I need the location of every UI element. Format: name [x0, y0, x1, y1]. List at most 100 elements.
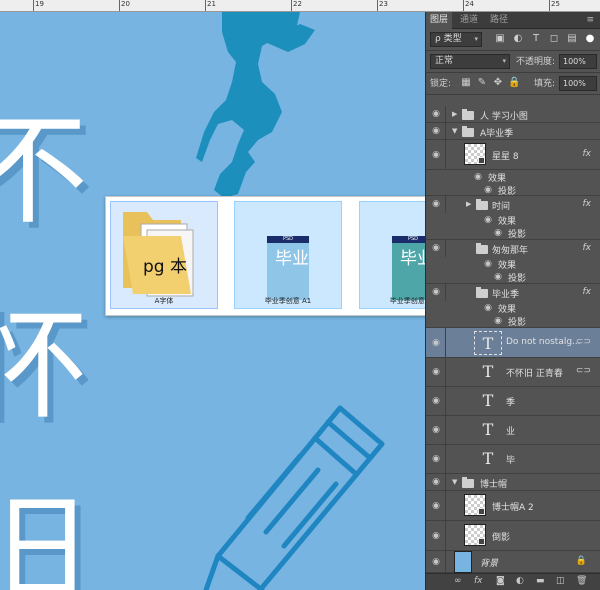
- lock-all-icon[interactable]: 🔒: [508, 77, 520, 89]
- layer-row[interactable]: ◉ 星星 8 fx: [426, 140, 600, 170]
- eye-icon[interactable]: ◉: [430, 242, 442, 254]
- effect-item-row[interactable]: ◉ 投影: [426, 183, 600, 197]
- folder-icon: [123, 212, 194, 297]
- eye-icon[interactable]: ◉: [482, 214, 494, 226]
- fill-input[interactable]: 100%: [559, 76, 597, 91]
- fx-icon[interactable]: fx: [583, 199, 592, 209]
- eye-icon[interactable]: ◉: [430, 198, 442, 210]
- effect-item-row[interactable]: ◉ 投影: [426, 226, 600, 240]
- eye-icon[interactable]: ◉: [430, 125, 442, 137]
- expand-triangle-icon[interactable]: ▼: [452, 478, 457, 486]
- expand-triangle-icon[interactable]: ▼: [452, 127, 457, 135]
- layer-row[interactable]: ◉ 匆匆那年 fx: [426, 240, 600, 257]
- visibility-column: ◉: [426, 521, 446, 550]
- smart-object-badge: [478, 538, 485, 545]
- layer-name: 毕: [506, 456, 516, 466]
- blend-mode-value: 正常: [435, 56, 454, 66]
- eye-icon[interactable]: ◉: [492, 315, 504, 327]
- effect-item-row[interactable]: ◉ 投影: [426, 314, 600, 328]
- link-icon[interactable]: ⊂⊃: [576, 366, 591, 376]
- new-layer-icon[interactable]: ◫: [556, 576, 565, 586]
- panel-menu-icon[interactable]: ≡: [586, 15, 594, 25]
- effects-row[interactable]: ◉ 效果: [426, 170, 600, 184]
- layer-row[interactable]: ◉ 毕业季 fx: [426, 284, 600, 301]
- layer-row[interactable]: ◉ ▼ 博士帽: [426, 474, 600, 491]
- shape-filter-icon[interactable]: ◻: [548, 33, 560, 45]
- layer-row[interactable]: ◉ 背景 🔒: [426, 551, 600, 573]
- link-icon[interactable]: ⊂⊃: [576, 337, 591, 347]
- eye-icon[interactable]: ◉: [430, 476, 442, 488]
- adjustment-filter-icon[interactable]: ◐: [512, 33, 524, 45]
- layer-row[interactable]: ◉ 倒影: [426, 521, 600, 551]
- effects-row[interactable]: ◉ 效果: [426, 301, 600, 315]
- new-group-icon[interactable]: ▬: [536, 576, 545, 586]
- smart-object-filter-icon[interactable]: ▤: [566, 33, 578, 45]
- eye-icon[interactable]: ◉: [430, 149, 442, 161]
- layer-name: 时间: [492, 202, 511, 212]
- effect-item-row[interactable]: ◉ 投影: [426, 270, 600, 284]
- effects-row[interactable]: ◉ 效果: [426, 257, 600, 271]
- panel-footer: ∞ fx ◙ ◐ ▬ ◫ 🗑: [426, 573, 600, 590]
- adjustment-icon[interactable]: ◐: [516, 576, 524, 586]
- eye-icon[interactable]: ◉: [430, 337, 442, 349]
- collapse-triangle-icon[interactable]: ▶: [452, 110, 457, 118]
- popup-item-label: 毕业季创意 A1: [264, 297, 312, 305]
- eye-icon[interactable]: ◉: [482, 302, 494, 314]
- eye-icon[interactable]: ◉: [430, 500, 442, 512]
- eye-icon[interactable]: ◉: [430, 453, 442, 465]
- eye-icon[interactable]: ◉: [482, 258, 494, 270]
- layer-row[interactable]: ◉ ▼ A毕业季: [426, 123, 600, 140]
- folder-overlay-text: pg 本: [143, 257, 187, 277]
- delete-icon[interactable]: 🗑: [576, 576, 587, 586]
- tab-channels[interactable]: 通道: [456, 12, 482, 29]
- ruler-tick: [549, 0, 550, 11]
- layer-thumbnail: [464, 524, 486, 546]
- layer-row-selected[interactable]: ◉ T Do not nostalg... ⊂⊃: [426, 328, 600, 358]
- popup-item-poster-a1[interactable]: PSD 毕业 毕业季创意 A1: [234, 201, 342, 309]
- layer-row[interactable]: ◉ T 毕: [426, 445, 600, 474]
- collapse-triangle-icon[interactable]: ▶: [466, 200, 471, 208]
- visibility-column: ◉: [426, 358, 446, 386]
- fx-icon[interactable]: fx: [583, 149, 592, 159]
- mask-icon[interactable]: ◙: [496, 576, 505, 586]
- fx-icon[interactable]: fx: [583, 243, 592, 253]
- blend-mode-select[interactable]: 正常 ▾: [430, 54, 510, 69]
- eye-icon[interactable]: ◉: [482, 184, 494, 196]
- eye-icon[interactable]: ◉: [430, 366, 442, 378]
- eye-icon[interactable]: ◉: [430, 424, 442, 436]
- layer-row[interactable]: ◉ T 季: [426, 387, 600, 416]
- eye-icon[interactable]: ◉: [472, 171, 484, 183]
- toggle-filter-icon[interactable]: ●: [584, 33, 596, 45]
- eye-icon[interactable]: ◉: [430, 556, 442, 568]
- lock-brush-icon[interactable]: ✎: [476, 77, 488, 89]
- eye-icon[interactable]: ◉: [492, 227, 504, 239]
- fx-icon[interactable]: fx: [583, 287, 592, 297]
- eye-icon[interactable]: ◉: [430, 395, 442, 407]
- filter-type-select[interactable]: ρ 类型 ▾: [430, 32, 482, 47]
- effects-row[interactable]: ◉ 效果: [426, 213, 600, 227]
- ruler-label: 20: [121, 0, 130, 8]
- layers-list: ◉ ▶ 人 学习小图 ◉ ▼ A毕业季 ◉ 星星 8 fx ◉ 效果 ◉ 投影: [426, 106, 600, 573]
- opacity-input[interactable]: 100%: [559, 54, 597, 69]
- tab-layers[interactable]: 图层: [426, 12, 453, 29]
- lock-move-icon[interactable]: ✥: [492, 77, 504, 89]
- tab-paths[interactable]: 路径: [486, 12, 512, 29]
- lock-transparency-icon[interactable]: ▦: [460, 77, 472, 89]
- type-filter-icon[interactable]: T: [530, 33, 542, 45]
- fx-icon[interactable]: fx: [474, 576, 483, 586]
- layer-row[interactable]: ◉ T 业: [426, 416, 600, 445]
- visibility-column: ◉: [426, 240, 446, 257]
- eye-icon[interactable]: ◉: [430, 286, 442, 298]
- layer-row[interactable]: ◉ T 不怀旧 正青春 ⊂⊃: [426, 358, 600, 387]
- layer-row[interactable]: ◉ ▶ 人 学习小图: [426, 106, 600, 123]
- image-filter-icon[interactable]: ▣: [494, 33, 506, 45]
- layer-thumbnail: [464, 143, 486, 165]
- eye-icon[interactable]: ◉: [492, 271, 504, 283]
- link-layers-icon[interactable]: ∞: [454, 576, 462, 586]
- layer-row[interactable]: ◉ 博士帽A 2: [426, 491, 600, 521]
- eye-icon[interactable]: ◉: [430, 530, 442, 542]
- popup-item-folder[interactable]: pg 本 A字体: [110, 201, 218, 309]
- eye-icon[interactable]: ◉: [430, 108, 442, 120]
- layer-name: 博士帽: [480, 480, 508, 490]
- layer-row[interactable]: ◉ ▶ 时间 fx: [426, 196, 600, 213]
